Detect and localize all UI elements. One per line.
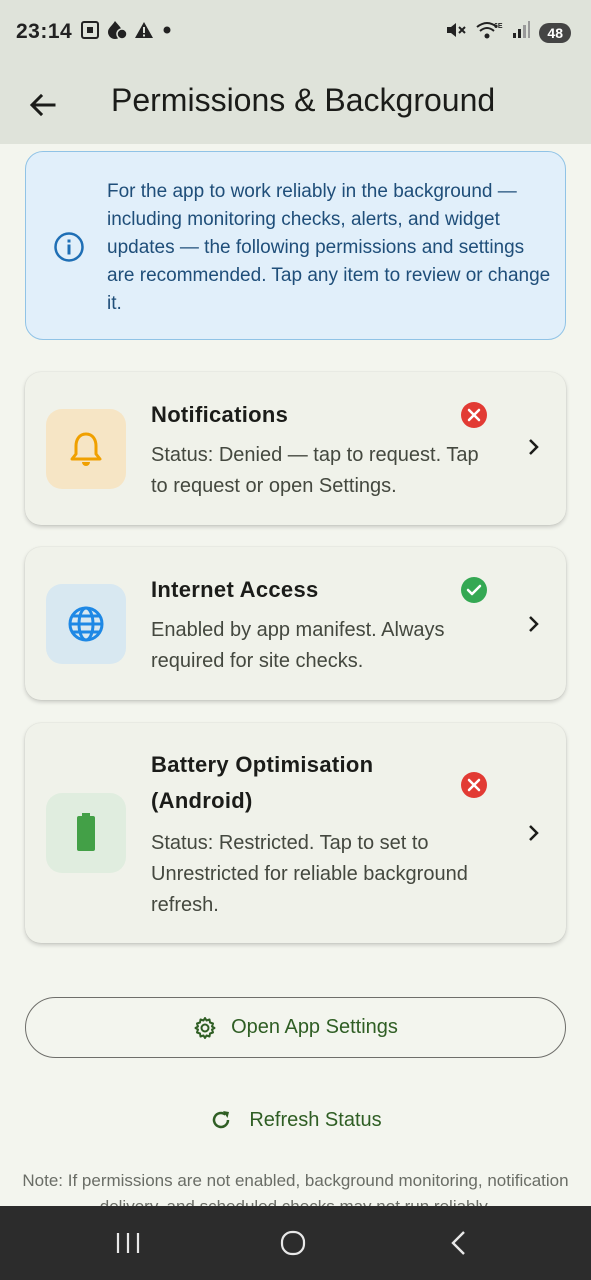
chevron-left-icon <box>451 1231 465 1255</box>
refresh-status-label: Refresh Status <box>249 1108 382 1131</box>
page-title: Permissions & Background <box>111 82 496 118</box>
system-nav-bar <box>0 1206 591 1280</box>
permission-description: Status: Denied — tap to request. Tap to … <box>151 444 479 497</box>
gear-icon <box>194 1016 216 1039</box>
warning-icon <box>134 21 154 44</box>
permission-title: Notifications <box>151 402 289 427</box>
recent-apps-button[interactable] <box>98 1224 158 1262</box>
dot-icon <box>160 23 174 42</box>
permission-description: Enabled by app manifest. Always required… <box>151 619 445 672</box>
status-granted-icon <box>461 577 487 603</box>
app-bar: Permissions & Background <box>0 66 591 144</box>
refresh-status-button[interactable]: Refresh Status <box>0 1100 591 1140</box>
bell-icon <box>70 432 102 466</box>
mute-icon <box>445 20 467 45</box>
status-bar: 23:14 6E 48 <box>0 0 591 66</box>
system-back-button[interactable] <box>428 1224 488 1262</box>
screenshot-icon <box>80 20 100 45</box>
chevron-right-icon <box>528 438 540 461</box>
flame-icon <box>106 20 128 45</box>
globe-icon <box>68 606 104 642</box>
status-denied-icon <box>461 772 487 798</box>
permission-card-notifications[interactable]: Notifications Status: Denied — tap to re… <box>25 372 566 525</box>
signal-icon <box>511 20 531 45</box>
battery-icon <box>77 813 95 851</box>
permission-description: Status: Restricted. Tap to set to Unrest… <box>151 832 468 916</box>
permission-title: Internet Access <box>151 577 319 602</box>
home-icon <box>280 1230 306 1256</box>
recent-apps-icon <box>116 1233 140 1253</box>
status-time: 23:14 <box>16 20 73 43</box>
refresh-icon <box>213 1111 230 1129</box>
open-app-settings-label: Open App Settings <box>231 1016 398 1038</box>
back-button[interactable] <box>22 84 64 126</box>
permission-card-battery[interactable]: Battery Optimisation (Android) Status: R… <box>25 723 566 943</box>
wifi-6e-icon: 6E <box>475 20 503 45</box>
chevron-right-icon <box>528 824 540 847</box>
battery-icon-box <box>46 793 126 873</box>
status-right-icons: 6E 48 <box>445 20 571 45</box>
chevron-right-icon <box>528 615 540 638</box>
svg-text:6E: 6E <box>494 23 503 30</box>
status-left-icons <box>80 20 174 45</box>
notifications-icon-box <box>46 409 126 489</box>
home-button[interactable] <box>263 1224 323 1262</box>
status-denied-icon <box>461 402 487 428</box>
open-app-settings-button[interactable]: Open App Settings <box>25 997 566 1058</box>
arrow-left-icon <box>29 93 56 117</box>
info-banner: For the app to work reliably in the back… <box>25 151 566 340</box>
info-icon <box>53 231 85 268</box>
info-text: For the app to work reliably in the back… <box>107 181 551 314</box>
internet-icon-box <box>46 584 126 664</box>
battery-indicator: 48 <box>539 22 571 43</box>
permission-card-internet[interactable]: Internet Access Enabled by app manifest.… <box>25 547 566 700</box>
permission-title: Battery Optimisation (Android) <box>151 752 374 813</box>
